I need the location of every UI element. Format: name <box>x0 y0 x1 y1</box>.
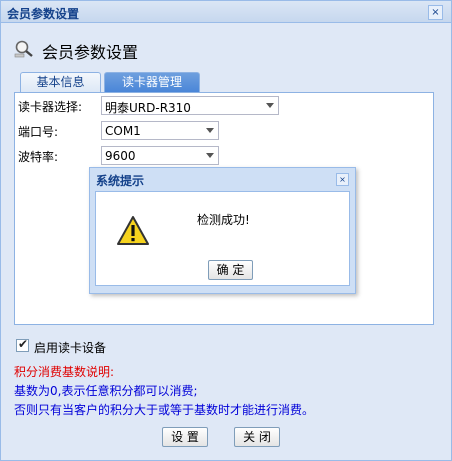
port-select-value: COM1 <box>105 124 141 138</box>
enable-reader-checkbox[interactable]: ✔ <box>16 337 29 352</box>
notes-line-2: 否则只有当客户的积分大于或等于基数时才能进行消费。 <box>14 403 315 417</box>
tab-card-reader[interactable]: 读卡器管理 <box>104 72 200 92</box>
dialog-body: 检测成功! 确 定 <box>95 191 350 286</box>
chevron-down-icon[interactable] <box>266 103 274 108</box>
search-settings-icon <box>14 40 33 58</box>
member-settings-window: 会员参数设置 × 会员参数设置 基本信息 读卡器管理 读卡器选择: 明泰URD-… <box>0 0 452 461</box>
notes-line-1: 基数为0,表示任意积分都可以消费; <box>14 384 198 398</box>
tab-basic-info[interactable]: 基本信息 <box>20 72 101 92</box>
setup-button[interactable]: 设 置 <box>162 427 208 447</box>
enable-reader-label[interactable]: 启用读卡设备 <box>34 339 106 356</box>
title-bar[interactable]: 会员参数设置 × <box>1 1 451 23</box>
system-prompt-dialog: 系统提示 × 检测成功! 确 定 <box>89 167 356 294</box>
close-button[interactable]: 关 闭 <box>234 427 280 447</box>
page-title: 会员参数设置 <box>42 43 139 62</box>
baud-select-value: 9600 <box>105 149 136 163</box>
warning-icon <box>117 216 149 245</box>
baud-select[interactable]: 9600 <box>101 146 219 165</box>
dialog-title: 系统提示 <box>96 174 145 188</box>
dialog-message: 检测成功! <box>197 213 250 227</box>
baud-label: 波特率: <box>18 150 59 164</box>
chevron-down-icon[interactable] <box>206 153 214 158</box>
chevron-down-icon[interactable] <box>206 128 214 133</box>
close-icon[interactable]: × <box>428 5 443 20</box>
ok-button[interactable]: 确 定 <box>208 260 253 280</box>
reader-select-label: 读卡器选择: <box>18 100 83 114</box>
reader-select-value: 明泰URD-R310 <box>105 101 191 115</box>
reader-select[interactable]: 明泰URD-R310 <box>101 96 279 115</box>
port-select[interactable]: COM1 <box>101 121 219 140</box>
notes-title: 积分消费基数说明: <box>14 365 115 379</box>
close-icon[interactable]: × <box>336 173 349 186</box>
port-label: 端口号: <box>18 125 59 139</box>
checkmark-icon: ✔ <box>18 337 29 351</box>
window-title: 会员参数设置 <box>7 7 80 21</box>
